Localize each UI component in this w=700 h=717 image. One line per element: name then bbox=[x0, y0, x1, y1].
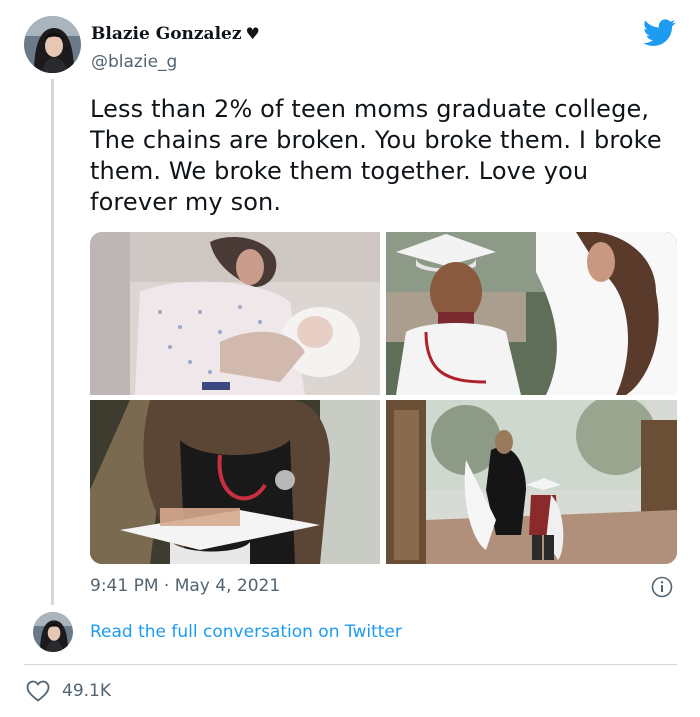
tweet-text: Less than 2% of teen moms graduate colle… bbox=[90, 95, 662, 216]
author-handle[interactable]: @blazie_g bbox=[91, 52, 177, 72]
thread-line bbox=[51, 79, 54, 605]
read-conversation-link[interactable]: Read the full conversation on Twitter bbox=[90, 622, 402, 642]
heart-icon bbox=[26, 680, 50, 702]
like-count: 49.1K bbox=[62, 681, 111, 701]
profile-photo-icon bbox=[24, 16, 81, 73]
hospital-newborn-photo[interactable] bbox=[90, 232, 380, 395]
display-name-text: Blazie Gonzalez bbox=[91, 24, 242, 44]
like-button[interactable]: 49.1K bbox=[26, 680, 111, 702]
child-graduation-cap-photo[interactable] bbox=[386, 232, 677, 395]
twitter-bird-icon[interactable] bbox=[643, 19, 676, 47]
stethoscope-graduation-cap-photo[interactable] bbox=[90, 400, 380, 564]
profile-photo-icon bbox=[33, 612, 73, 652]
media-grid bbox=[90, 232, 677, 564]
tweet-timestamp[interactable]: 9:41 PM · May 4, 2021 bbox=[90, 576, 280, 596]
author-display-name[interactable]: Blazie Gonzalez ♥ bbox=[91, 24, 260, 44]
author-avatar[interactable] bbox=[24, 16, 81, 73]
info-icon[interactable] bbox=[651, 576, 673, 598]
conversation-avatar[interactable] bbox=[33, 612, 73, 652]
divider bbox=[24, 664, 677, 665]
heart-emoji: ♥ bbox=[245, 24, 260, 43]
mother-son-walking-photo[interactable] bbox=[386, 400, 677, 564]
